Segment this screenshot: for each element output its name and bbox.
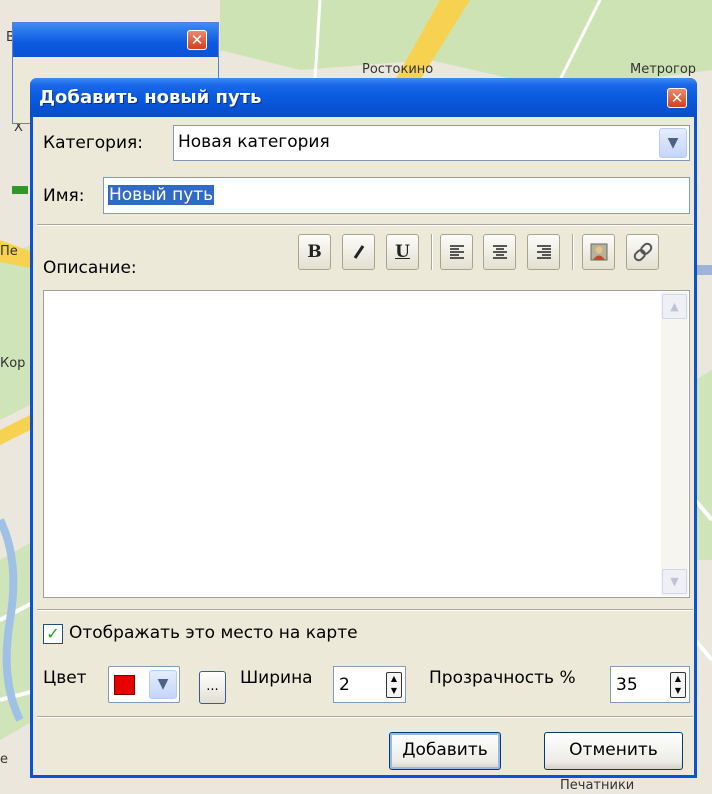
cancel-button[interactable]: Отменить bbox=[544, 732, 683, 770]
italic-icon[interactable] bbox=[342, 234, 375, 270]
map-label: е bbox=[0, 752, 8, 767]
chevron-down-icon[interactable]: ▼ bbox=[659, 128, 687, 158]
map-label: Печатники bbox=[560, 778, 635, 793]
add-path-dialog: Добавить новый путь ✕ Категория: Новая к… bbox=[30, 78, 697, 778]
show-on-map-checkbox[interactable]: ✓ bbox=[43, 624, 63, 644]
insert-image-icon[interactable] bbox=[582, 234, 615, 270]
insert-link-icon[interactable] bbox=[626, 234, 659, 270]
category-select[interactable]: Новая категория ▼ bbox=[173, 125, 690, 161]
toolbar-separator bbox=[431, 234, 433, 270]
description-textarea[interactable]: ▲ ▼ bbox=[43, 290, 690, 598]
divider bbox=[37, 609, 693, 611]
width-value: 2 bbox=[339, 675, 350, 695]
underline-icon[interactable]: U bbox=[386, 234, 419, 270]
description-label: Описание: bbox=[43, 258, 137, 278]
width-stepper[interactable]: 2 ▲ ▼ bbox=[333, 666, 406, 703]
align-center-icon[interactable] bbox=[483, 234, 516, 270]
map-label: Кор bbox=[0, 356, 26, 371]
name-value: Новый путь bbox=[108, 185, 215, 205]
vertical-scrollbar[interactable]: ▲ ▼ bbox=[661, 292, 688, 596]
color-picker[interactable]: ▼ bbox=[108, 666, 180, 703]
opacity-label: Прозрачность % bbox=[429, 668, 576, 688]
color-swatch bbox=[114, 675, 135, 695]
align-right-icon[interactable] bbox=[527, 234, 560, 270]
color-label: Цвет bbox=[43, 668, 87, 688]
category-label: Категория: bbox=[43, 133, 143, 153]
width-label: Ширина bbox=[240, 668, 313, 688]
stepper-arrows-icon[interactable]: ▲ ▼ bbox=[670, 672, 686, 698]
toolbar-separator bbox=[572, 234, 574, 270]
scroll-up-icon[interactable]: ▲ bbox=[662, 294, 687, 319]
name-label: Имя: bbox=[43, 186, 85, 206]
chevron-down-icon[interactable]: ▼ bbox=[149, 670, 177, 699]
dialog-titlebar[interactable]: Добавить новый путь ✕ bbox=[30, 78, 697, 117]
map-label: Ростокино bbox=[362, 62, 434, 77]
name-input[interactable]: Новый путь bbox=[103, 177, 690, 214]
close-icon[interactable]: ✕ bbox=[667, 88, 687, 108]
bold-icon[interactable]: B bbox=[298, 234, 331, 270]
more-colors-button[interactable]: ... bbox=[199, 671, 226, 704]
close-icon[interactable]: ✕ bbox=[187, 30, 207, 50]
category-value: Новая категория bbox=[178, 132, 330, 152]
divider bbox=[37, 716, 693, 718]
align-left-icon[interactable] bbox=[440, 234, 473, 270]
map-label: Пе bbox=[0, 244, 18, 259]
add-button[interactable]: Добавить bbox=[389, 732, 501, 770]
scroll-down-icon[interactable]: ▼ bbox=[662, 569, 687, 594]
stepper-arrows-icon[interactable]: ▲ ▼ bbox=[386, 672, 402, 698]
dialog-title: Добавить новый путь bbox=[39, 87, 262, 108]
divider bbox=[37, 224, 693, 226]
map-label: Метрогор bbox=[630, 62, 697, 77]
opacity-stepper[interactable]: 35 ▲ ▼ bbox=[610, 666, 690, 703]
show-on-map-label: Отображать это место на карте bbox=[69, 623, 358, 643]
opacity-value: 35 bbox=[616, 675, 638, 695]
